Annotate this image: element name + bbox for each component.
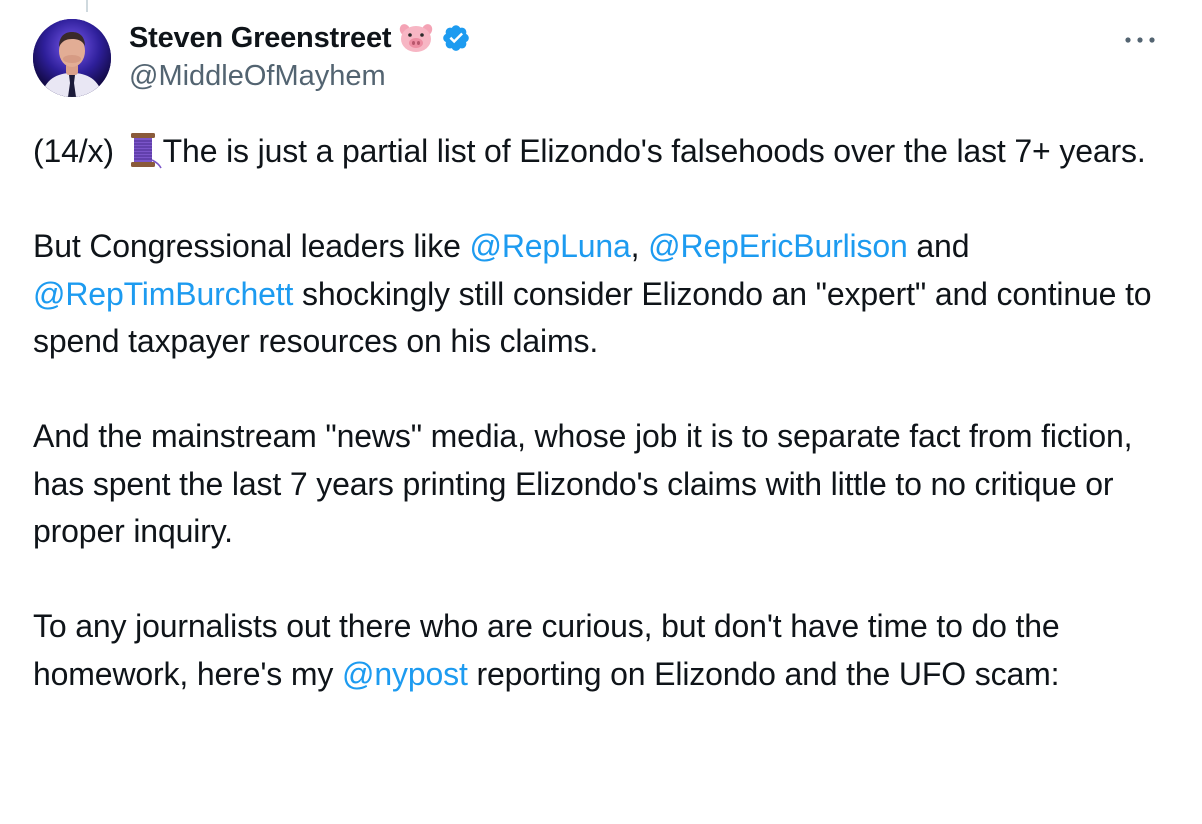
tweet-paragraph-3: And the mainstream "news" media, whose j…	[33, 418, 1133, 549]
mention-link-repluna[interactable]: @RepLuna	[469, 228, 630, 264]
pig-face-icon	[399, 23, 433, 53]
thread-spool-icon	[123, 130, 163, 170]
author-handle[interactable]: @MiddleOfMayhem	[129, 60, 386, 93]
verified-badge-icon[interactable]	[441, 23, 471, 53]
mention-link-reptimburchett[interactable]: @RepTimBurchett	[33, 276, 293, 312]
text-segment: But Congressional leaders like	[33, 228, 470, 264]
thread-connector-line	[86, 0, 88, 12]
text-segment: reporting on Elizondo and the UFO scam:	[467, 655, 1060, 692]
mention-link-nypost[interactable]: @nypost	[342, 656, 468, 692]
tweet-paragraph-1-text: The is just a partial list of Elizondo's…	[162, 133, 1146, 169]
tweet-text: (14/x) The is just a partial list of Eli…	[33, 128, 1173, 698]
thread-counter: (14/x)	[33, 133, 114, 169]
text-segment: and	[907, 228, 970, 264]
author-name-row: Steven Greenstreet	[129, 20, 471, 56]
mention-link-repericburlison[interactable]: @RepEricBurlison	[648, 228, 908, 264]
tweet-paragraph-2: But Congressional leaders like @RepLuna,…	[33, 223, 1173, 366]
tweet-paragraph-4: To any journalists out there who are cur…	[33, 603, 1173, 698]
text-segment: ,	[630, 228, 649, 264]
more-horizontal-icon	[1125, 37, 1155, 43]
author-display-name[interactable]: Steven Greenstreet	[129, 22, 392, 55]
avatar-portrait-icon	[33, 19, 111, 97]
tweet-paragraph-1: (14/x) The is just a partial list of Eli…	[33, 128, 1173, 176]
more-options-button[interactable]	[1118, 26, 1162, 54]
tweet-card: Steven Greenstreet @MiddleOfMayhem (14/x…	[0, 0, 1202, 824]
avatar[interactable]	[33, 19, 111, 97]
